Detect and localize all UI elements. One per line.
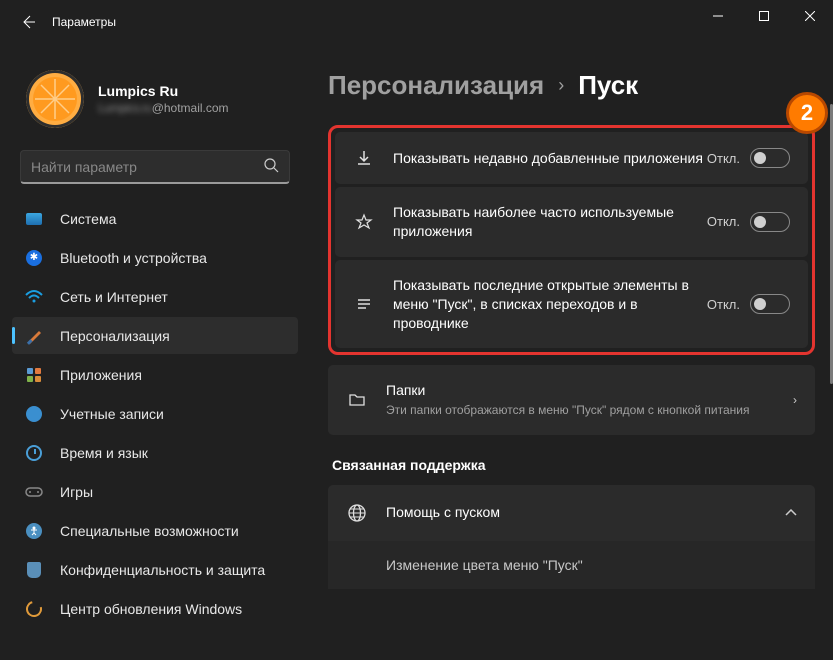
toggle-switch[interactable] (750, 148, 790, 168)
content-area: Персонализация › Пуск 2 Показывать недав… (310, 44, 833, 660)
setting-most-used[interactable]: Показывать наиболее часто используемые п… (335, 187, 808, 257)
toggle-state: Откл. (707, 151, 740, 166)
shield-icon (24, 560, 44, 580)
sidebar-item-apps[interactable]: Приложения (12, 356, 298, 393)
titlebar: Параметры (0, 0, 833, 44)
sidebar-item-accessibility[interactable]: Специальные возможности (12, 512, 298, 549)
profile-text: Lumpics Ru Lumpics.ru@hotmail.com (98, 83, 229, 115)
sidebar-item-label: Сеть и Интернет (60, 289, 168, 305)
sidebar-item-gaming[interactable]: Игры (12, 473, 298, 510)
toggle-switch[interactable] (750, 294, 790, 314)
sidebar-item-label: Центр обновления Windows (60, 601, 242, 617)
search-box[interactable] (20, 150, 290, 184)
window-title: Параметры (52, 15, 116, 29)
setting-title: Показывать последние открытые элементы в… (393, 276, 707, 333)
breadcrumb-current: Пуск (578, 70, 638, 101)
folders-subtitle: Эти папки отображаются в меню "Пуск" ряд… (386, 402, 779, 418)
orange-icon (26, 70, 84, 128)
toggle-state: Откл. (707, 214, 740, 229)
accessibility-icon (24, 521, 44, 541)
avatar (26, 70, 84, 128)
minimize-button[interactable] (695, 0, 741, 32)
brush-icon (24, 326, 44, 346)
sidebar-item-label: Учетные записи (60, 406, 164, 422)
window-controls (695, 0, 833, 32)
setting-title: Показывать недавно добавленные приложени… (393, 149, 707, 168)
toggle-state: Откл. (707, 297, 740, 312)
wifi-icon (24, 287, 44, 307)
chevron-right-icon: › (793, 393, 797, 407)
globe-icon (346, 503, 368, 523)
download-icon (353, 149, 375, 167)
search-container (8, 150, 302, 200)
list-icon (353, 295, 375, 313)
setting-recently-added[interactable]: Показывать недавно добавленные приложени… (335, 132, 808, 184)
sidebar-item-windows-update[interactable]: Центр обновления Windows (12, 590, 298, 627)
minimize-icon (713, 11, 723, 21)
setting-title: Показывать наиболее часто используемые п… (393, 203, 707, 241)
sidebar-item-time-language[interactable]: Время и язык (12, 434, 298, 471)
back-button[interactable] (12, 6, 44, 38)
breadcrumb: Персонализация › Пуск (328, 70, 815, 101)
clock-icon (24, 443, 44, 463)
sidebar-item-label: Приложения (60, 367, 142, 383)
setting-recent-items[interactable]: Показывать последние открытые элементы в… (335, 260, 808, 349)
update-icon (24, 599, 44, 619)
bluetooth-icon: ✱ (24, 248, 44, 268)
related-support-header: Связанная поддержка (332, 457, 815, 473)
profile-name: Lumpics Ru (98, 83, 229, 99)
annotation-badge: 2 (786, 92, 828, 134)
breadcrumb-parent[interactable]: Персонализация (328, 70, 544, 101)
sidebar-item-accounts[interactable]: Учетные записи (12, 395, 298, 432)
profile-block[interactable]: Lumpics Ru Lumpics.ru@hotmail.com (8, 52, 302, 150)
profile-email: Lumpics.ru@hotmail.com (98, 101, 229, 115)
sidebar-item-system[interactable]: Система (12, 200, 298, 237)
help-title: Помощь с пуском (386, 503, 771, 522)
help-start[interactable]: Помощь с пуском (328, 485, 815, 541)
apps-icon (24, 365, 44, 385)
folders-title: Папки (386, 381, 779, 400)
body: Lumpics Ru Lumpics.ru@hotmail.com Систем… (0, 44, 833, 660)
close-button[interactable] (787, 0, 833, 32)
maximize-button[interactable] (741, 0, 787, 32)
sidebar-item-network[interactable]: Сеть и Интернет (12, 278, 298, 315)
nav-list: Система ✱ Bluetooth и устройства Сеть и … (8, 200, 302, 627)
gamepad-icon (24, 482, 44, 502)
setting-folders[interactable]: Папки Эти папки отображаются в меню "Пус… (328, 365, 815, 434)
chevron-right-icon: › (558, 75, 564, 96)
chevron-up-icon (785, 506, 797, 520)
sidebar-item-label: Конфиденциальность и защита (60, 562, 265, 578)
sidebar-item-label: Персонализация (60, 328, 170, 344)
sidebar-item-privacy[interactable]: Конфиденциальность и защита (12, 551, 298, 588)
sidebar: Lumpics Ru Lumpics.ru@hotmail.com Систем… (0, 44, 310, 660)
toggle-switch[interactable] (750, 212, 790, 232)
sidebar-item-label: Специальные возможности (60, 523, 239, 539)
sidebar-item-bluetooth[interactable]: ✱ Bluetooth и устройства (12, 239, 298, 276)
sidebar-item-personalization[interactable]: Персонализация (12, 317, 298, 354)
star-icon (353, 213, 375, 231)
maximize-icon (759, 11, 769, 21)
system-icon (24, 209, 44, 229)
folder-icon (346, 392, 368, 408)
sidebar-item-label: Время и язык (60, 445, 148, 461)
search-icon (264, 158, 279, 176)
settings-window: Параметры (0, 0, 833, 660)
sidebar-item-label: Система (60, 211, 116, 227)
search-input[interactable] (31, 159, 264, 175)
arrow-left-icon (20, 14, 36, 30)
sidebar-item-label: Игры (60, 484, 93, 500)
account-icon (24, 404, 44, 424)
sidebar-item-label: Bluetooth и устройства (60, 250, 207, 266)
help-sub-link[interactable]: Изменение цвета меню "Пуск" (328, 541, 815, 589)
close-icon (805, 11, 815, 21)
annotation-highlight: 2 Показывать недавно добавленные приложе… (328, 125, 815, 355)
